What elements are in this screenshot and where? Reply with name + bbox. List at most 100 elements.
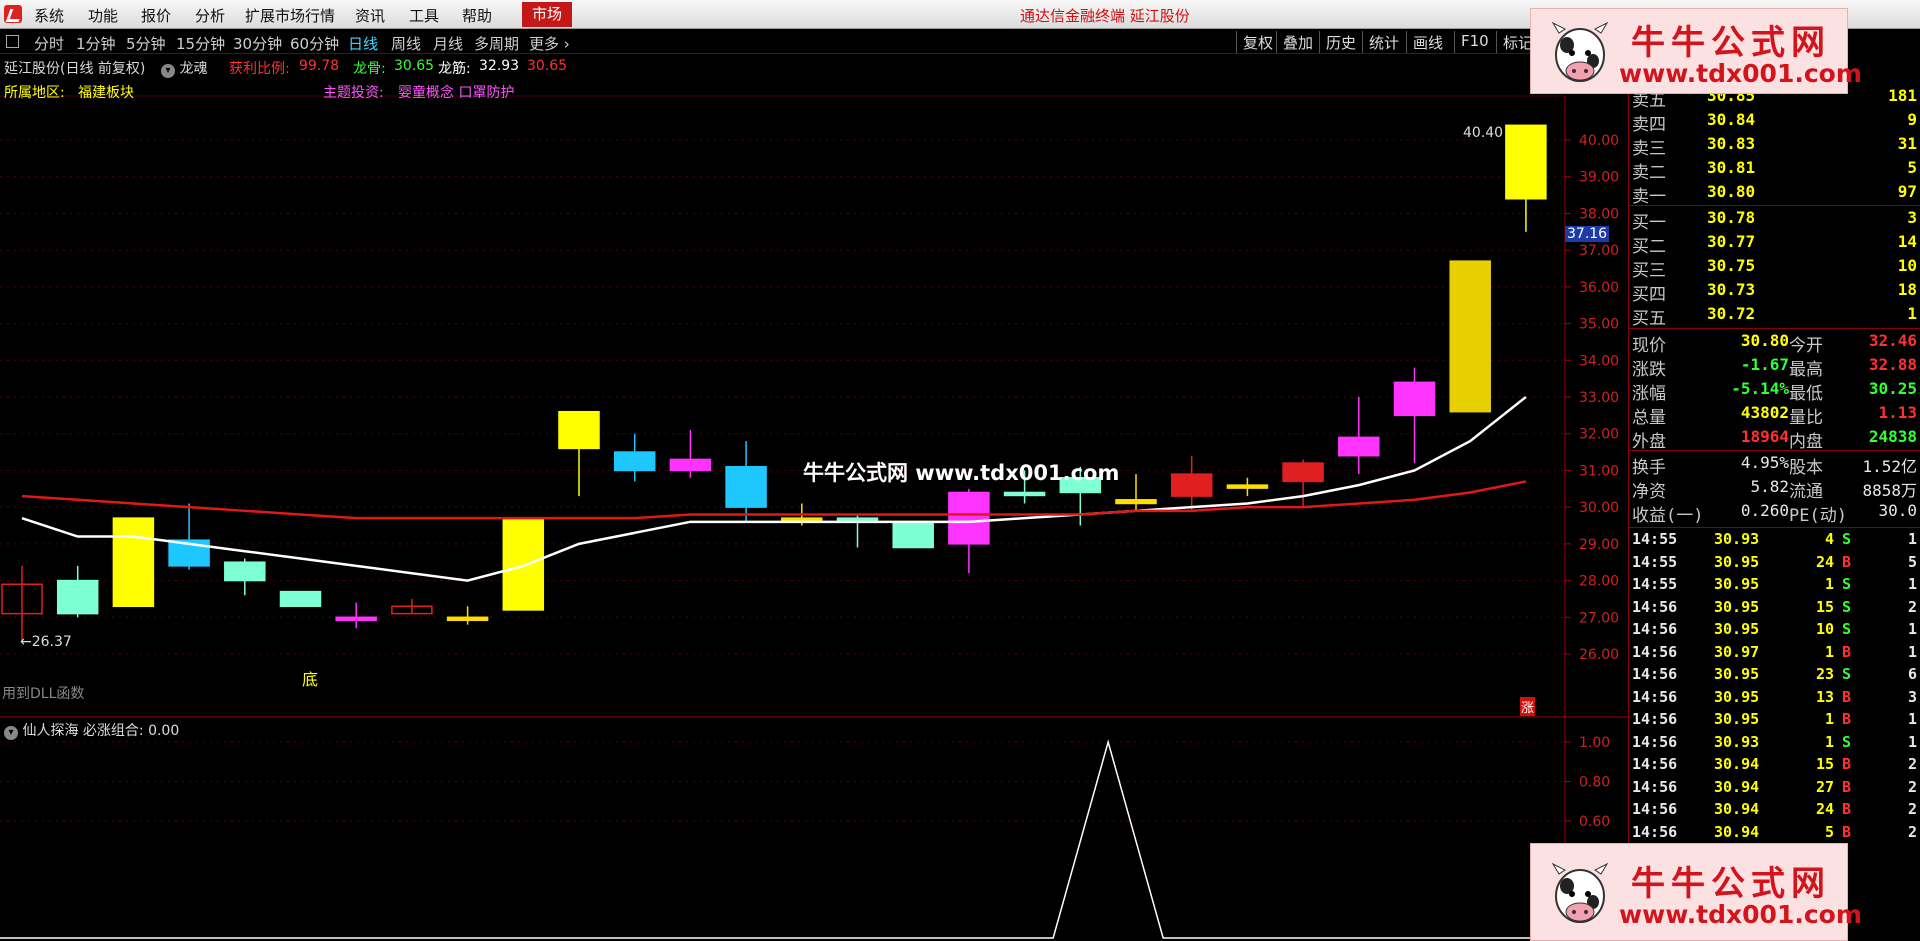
fund-value: 4.95% <box>1740 453 1789 472</box>
fund-value: 0.260 <box>1740 501 1789 520</box>
menu-quote[interactable]: 报价 <box>141 5 171 26</box>
theme-label: 主题投资: <box>323 85 384 101</box>
menu-help[interactable]: 帮助 <box>462 5 492 26</box>
fund-value: 1.52亿 <box>1862 457 1917 476</box>
bid-label: 买一 <box>1632 213 1666 233</box>
y-tick-label: 35.00 <box>1579 317 1619 333</box>
tick-volume: 1 <box>1824 732 1834 751</box>
period-tick[interactable]: 分时 <box>34 33 64 54</box>
tick-price: 30.93 <box>1714 530 1760 548</box>
watermark-url: www.tdx001.com <box>1619 900 1862 929</box>
ask-price: 30.83 <box>1707 134 1756 153</box>
tick-time: 14:56 <box>1632 732 1678 751</box>
stat-value: 43802 <box>1740 403 1789 422</box>
menu-extended-market[interactable]: 扩展市场行情 <box>245 5 335 26</box>
ask-label: 卖三 <box>1632 139 1666 159</box>
candle-body <box>1226 484 1269 489</box>
stat-value: 1.13 <box>1878 403 1917 422</box>
stat-label: 今开 <box>1789 336 1823 356</box>
stat-label: 涨幅 <box>1632 384 1666 404</box>
y-tick-label: 33.00 <box>1579 390 1619 406</box>
tick-volume: 27 <box>1815 777 1834 796</box>
tick-price: 30.95 <box>1714 597 1760 616</box>
tick-direction: S <box>1842 620 1852 638</box>
menu-tools[interactable]: 工具 <box>409 5 439 26</box>
sub-indicator-value: 0.00 <box>148 723 180 739</box>
tick-time: 14:56 <box>1632 687 1678 706</box>
tick-price: 30.95 <box>1714 575 1760 593</box>
y-tick-label: 32.00 <box>1579 427 1619 443</box>
menu-system[interactable]: 系统 <box>34 5 64 26</box>
overlay-button[interactable]: 叠加 <box>1276 31 1319 53</box>
tick-direction: B <box>1842 687 1852 706</box>
fund-label: 净资 <box>1632 482 1666 502</box>
tick-direction: B <box>1842 822 1852 841</box>
quote-separator <box>1629 450 1920 451</box>
tick-direction: B <box>1842 755 1852 773</box>
tick-count: 6 <box>1907 665 1917 683</box>
tick-count: 5 <box>1907 552 1917 571</box>
period-1min[interactable]: 1分钟 <box>76 33 116 54</box>
current-price-tag: 37.16 <box>1565 226 1610 242</box>
candle-body <box>335 616 377 622</box>
period-5min[interactable]: 5分钟 <box>126 33 166 54</box>
candle-body <box>1338 436 1380 457</box>
sub-y-tick-label: 0.60 <box>1579 814 1610 830</box>
menu-news[interactable]: 资讯 <box>355 5 385 26</box>
stat-value: 32.46 <box>1868 331 1917 350</box>
bottom-marker: 底 <box>302 670 319 689</box>
red-ma-line <box>21 480 1527 520</box>
period-30min[interactable]: 30分钟 <box>233 33 282 54</box>
watermark-url: www.tdx001.com <box>1619 59 1862 88</box>
tick-volume: 10 <box>1815 620 1834 638</box>
tick-count: 2 <box>1907 777 1917 796</box>
market-button[interactable]: 市场 <box>522 2 572 27</box>
draw-button[interactable]: 画线 <box>1406 31 1449 53</box>
bid-price: 30.72 <box>1707 304 1756 323</box>
bid-label: 买五 <box>1632 309 1666 329</box>
ask-volume: 181 <box>1888 86 1917 105</box>
stats-button[interactable]: 统计 <box>1362 31 1405 53</box>
y-tick-label: 38.00 <box>1579 206 1619 222</box>
tick-count: 2 <box>1907 822 1917 841</box>
tick-price: 30.95 <box>1714 710 1760 728</box>
fund-value: 8858万 <box>1862 481 1917 500</box>
tick-volume: 24 <box>1815 552 1834 571</box>
stat-value: 30.80 <box>1740 331 1789 350</box>
menu-function[interactable]: 功能 <box>88 5 118 26</box>
bid-label: 买二 <box>1632 237 1666 257</box>
stat-label: 涨跌 <box>1632 360 1666 380</box>
ask-volume: 97 <box>1897 182 1917 201</box>
period-weekly[interactable]: 周线 <box>391 33 421 54</box>
period-monthly[interactable]: 月线 <box>433 33 463 54</box>
history-button[interactable]: 历史 <box>1319 31 1362 53</box>
menu-analysis[interactable]: 分析 <box>195 5 225 26</box>
tick-count: 1 <box>1907 530 1917 548</box>
profit-label: 获利比例: <box>229 61 290 77</box>
sub-indicator-selector[interactable]: ▾ 仙人探海 必涨组合: 0.00 <box>4 720 179 740</box>
quote-panel: 卖五 30.85 181 卖四 30.84 9 卖三 30.83 31 卖二 30.81 5 卖一 30.… <box>1628 86 1920 941</box>
period-15min[interactable]: 15分钟 <box>176 33 225 54</box>
adjust-button[interactable]: 复权 <box>1236 31 1279 53</box>
candle-body <box>1282 462 1324 483</box>
indicator-selector[interactable]: ▾ 龙魂 <box>161 58 207 78</box>
period-daily[interactable]: 日线 <box>348 33 378 54</box>
low-price-label: ←26.37 <box>20 634 72 650</box>
ask-label: 卖四 <box>1632 115 1666 135</box>
stat-label: 总量 <box>1632 408 1666 428</box>
period-multi[interactable]: 多周期 <box>474 33 519 54</box>
f10-button[interactable]: F10 <box>1454 31 1495 53</box>
candle-body <box>1505 124 1547 200</box>
period-60min[interactable]: 60分钟 <box>290 33 339 54</box>
period-toolbar: 分时 1分钟 5分钟 15分钟 30分钟 60分钟 日线 周线 月线 多周期 更… <box>0 30 1565 54</box>
dll-note: 用到DLL函数 <box>2 686 85 702</box>
chart-area[interactable]: 40.00 39.00 38.00 37.00 36.00 35.00 34.00 33.00… <box>0 54 1628 941</box>
candle-body <box>1115 499 1157 505</box>
longjin-label: 龙筋: <box>438 61 471 77</box>
tick-price: 30.95 <box>1714 665 1760 683</box>
tick-count: 1 <box>1907 642 1917 661</box>
app-window: 系统 功能 报价 分析 扩展市场行情 资讯 工具 帮助 市场 通达信金融终端 延… <box>0 0 1920 941</box>
period-more[interactable]: 更多 › <box>529 33 570 54</box>
toggle-panel-icon[interactable] <box>6 35 19 48</box>
tick-volume: 13 <box>1815 687 1834 706</box>
